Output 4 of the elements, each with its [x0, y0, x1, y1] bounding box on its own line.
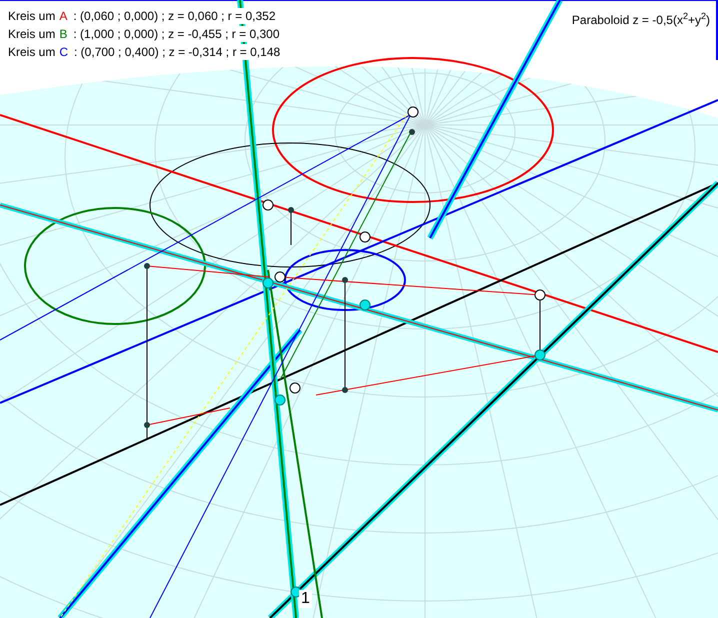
- circle-data-text: : (0,060 ; 0,000) ; z = 0,060 ; r = 0,352: [73, 8, 276, 24]
- circle-data-text: : (0,700 ; 0,400) ; z = -0,314 ; r = 0,148: [74, 44, 280, 60]
- circle-data-text: : (1,000 ; 0,000) ; z = -0,455 ; r = 0,300: [73, 26, 280, 42]
- point-label: 1: [299, 590, 312, 608]
